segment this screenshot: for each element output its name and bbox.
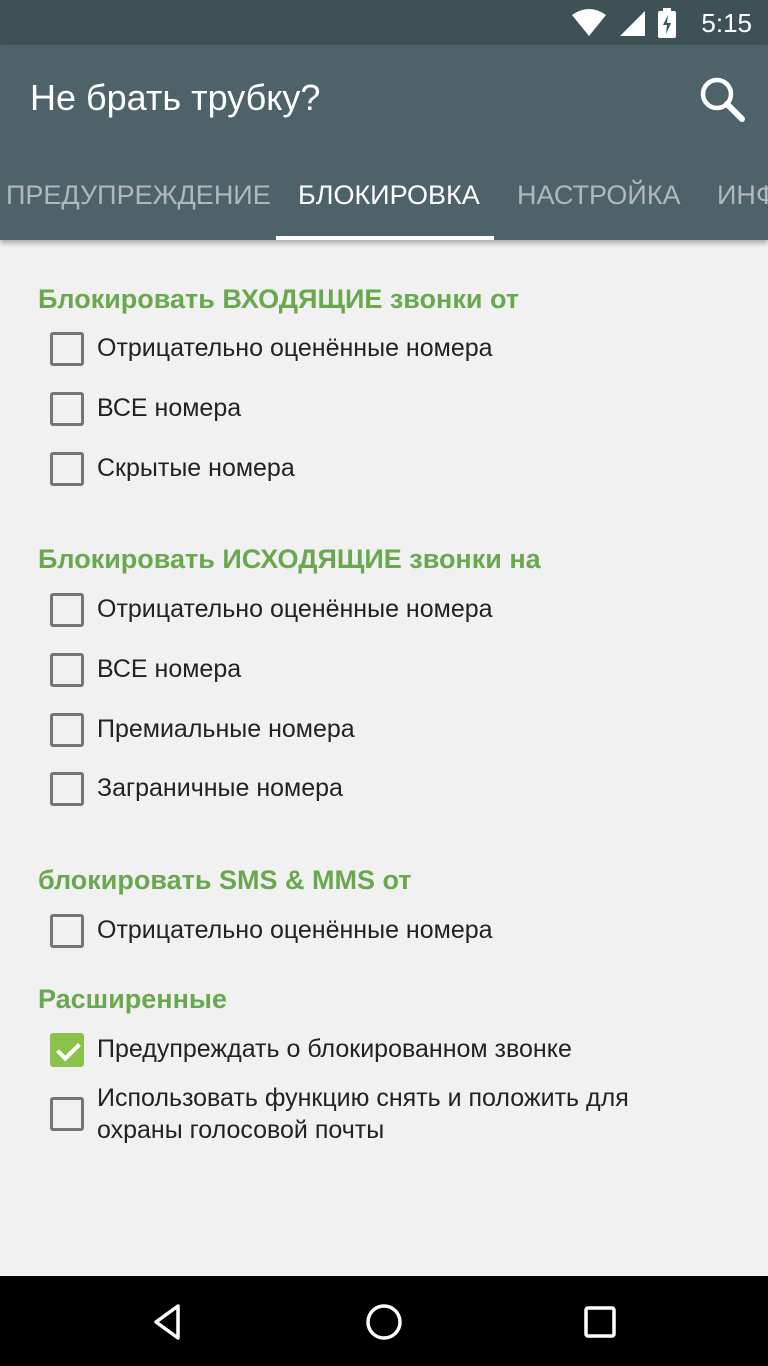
- checkbox-row[interactable]: Скрытые номера: [50, 452, 295, 486]
- section-title-advanced: Расширенные: [38, 984, 227, 1014]
- tab-bar: ПРЕДУПРЕЖДЕНИЕ БЛОКИРОВКА НАСТРОЙКА ИНФ: [0, 165, 768, 240]
- checkbox-row[interactable]: Предупреждать о блокированном звонке: [50, 1033, 572, 1067]
- checkbox-label: Заграничные номера: [97, 774, 343, 802]
- checkbox-row[interactable]: Отрицательно оценённые номера: [50, 914, 493, 948]
- status-time: 5:15: [701, 8, 752, 38]
- navigation-bar: [0, 1276, 768, 1366]
- checkbox-row[interactable]: ВСЕ номера: [50, 392, 241, 426]
- tab-warning[interactable]: ПРЕДУПРЕЖДЕНИЕ: [6, 165, 271, 240]
- checkbox-row[interactable]: Отрицательно оценённые номера: [50, 332, 493, 366]
- checkbox-label: ВСЕ номера: [97, 394, 242, 422]
- checkbox-label: Премиальные номера: [97, 715, 355, 743]
- checkbox-label: ВСЕ номера: [97, 655, 242, 683]
- back-icon[interactable]: [146, 1300, 190, 1344]
- wifi-icon: [572, 9, 606, 36]
- checkbox-checked[interactable]: [50, 1033, 84, 1067]
- recents-icon[interactable]: [578, 1300, 622, 1344]
- checkbox-row[interactable]: Использовать функцию снять и положить дл…: [50, 1084, 697, 1146]
- checkbox-row[interactable]: Премиальные номера: [50, 713, 355, 747]
- checkbox-label: Предупреждать о блокированном звонке: [97, 1035, 572, 1063]
- section-title-incoming: Блокировать ВХОДЯЩИЕ звонки от: [38, 284, 519, 314]
- checkbox-label: Отрицательно оценённые номера: [97, 334, 493, 362]
- tab-info[interactable]: ИНФ: [717, 165, 768, 240]
- battery-icon: [658, 8, 676, 38]
- status-icons: [572, 8, 676, 38]
- checkbox-label: Отрицательно оценённые номера: [97, 595, 493, 623]
- checkbox-label: Скрытые номера: [97, 454, 295, 482]
- signal-icon: [620, 11, 645, 36]
- checkbox-label: Использовать функцию снять и положить дл…: [97, 1084, 629, 1144]
- tab-settings[interactable]: НАСТРОЙКА: [517, 165, 681, 240]
- checkbox[interactable]: [50, 713, 84, 747]
- checkbox-row[interactable]: ВСЕ номера: [50, 653, 241, 687]
- section-title-outgoing: Блокировать ИСХОДЯЩИЕ звонки на: [38, 544, 541, 574]
- app-title: Не брать трубку?: [30, 77, 321, 118]
- checkbox[interactable]: [50, 452, 84, 486]
- checkbox-row[interactable]: Заграничные номера: [50, 772, 343, 806]
- tab-blocking[interactable]: БЛОКИРОВКА: [298, 165, 480, 240]
- checkbox[interactable]: [50, 653, 84, 687]
- search-icon: [700, 77, 745, 122]
- checkbox-row[interactable]: Отрицательно оценённые номера: [50, 593, 493, 627]
- checkbox-label: Отрицательно оценённые номера: [97, 916, 493, 944]
- section-title-sms: блокировать SMS & MMS от: [38, 865, 412, 895]
- status-bar: 5:15: [0, 0, 768, 45]
- checkbox[interactable]: [50, 392, 84, 426]
- checkbox[interactable]: [50, 332, 84, 366]
- search-button[interactable]: [696, 73, 748, 125]
- checkbox[interactable]: [50, 593, 84, 627]
- checkbox[interactable]: [50, 914, 84, 948]
- blocking-settings-list: Блокировать ВХОДЯЩИЕ звонки от Отрицател…: [0, 240, 768, 1276]
- checkbox[interactable]: [50, 772, 84, 806]
- home-icon[interactable]: [362, 1300, 406, 1344]
- app-bar: Не брать трубку? ПРЕДУПРЕЖДЕНИЕ БЛОКИРОВ…: [0, 45, 768, 240]
- checkbox[interactable]: [50, 1097, 84, 1131]
